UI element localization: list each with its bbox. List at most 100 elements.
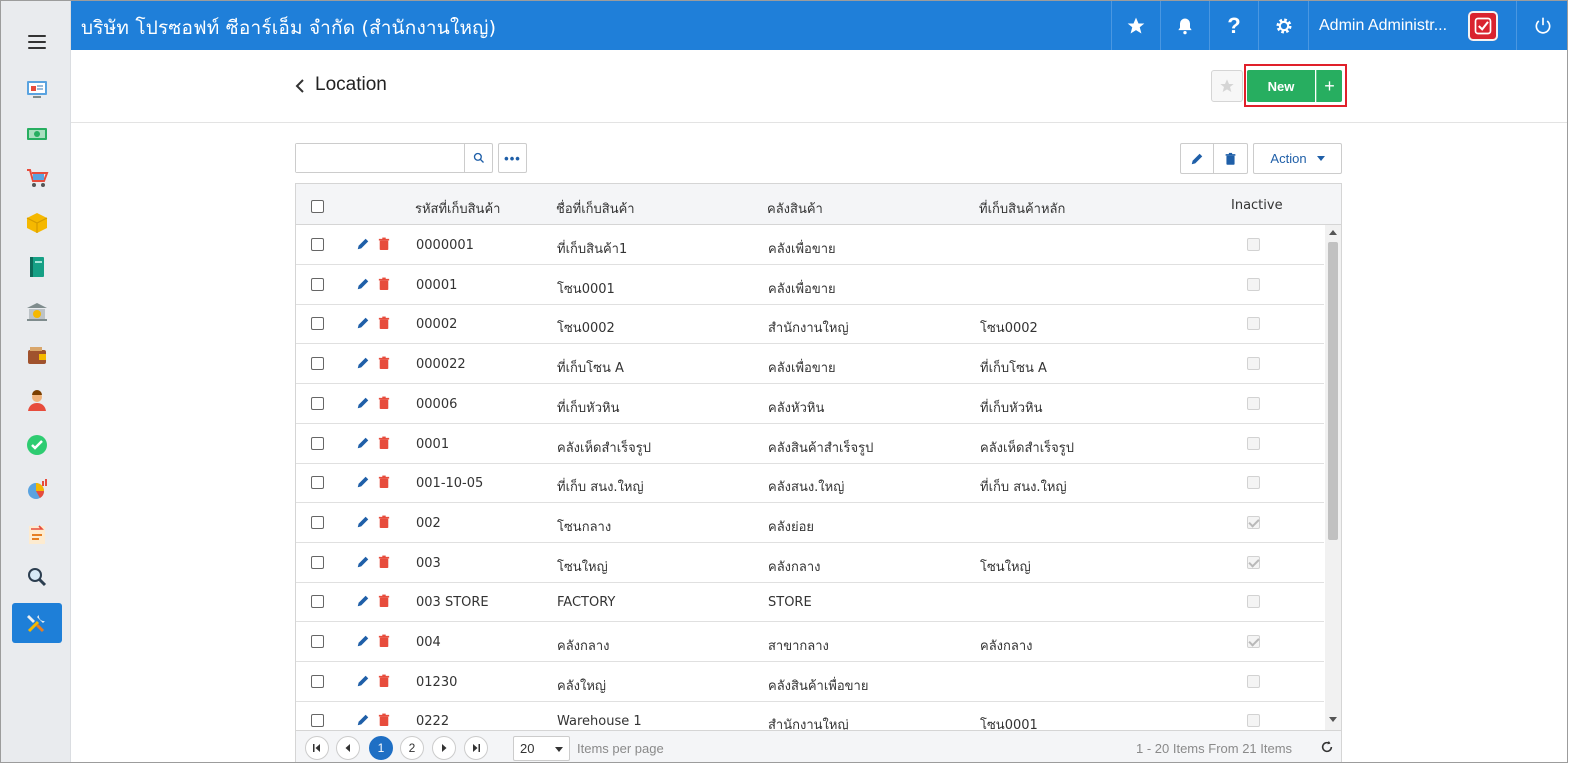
back-icon[interactable] (293, 78, 307, 94)
row-checkbox[interactable] (311, 357, 324, 371)
table-row[interactable]: 01230 คลังใหญ่ คลังสินค้าเพื่อขาย (296, 662, 1324, 702)
table-row[interactable]: 003 โซนใหญ่ คลังกลาง โซนใหญ่ (296, 543, 1324, 583)
edit-icon[interactable] (356, 277, 370, 291)
delete-icon[interactable] (378, 277, 390, 291)
dashboard-icon[interactable] (12, 69, 62, 109)
delete-icon[interactable] (378, 515, 390, 529)
edit-icon[interactable] (356, 356, 370, 370)
row-checkbox[interactable] (311, 595, 324, 609)
table-row[interactable]: 0000001 ที่เก็บสินค้า1 คลังเพื่อขาย (296, 225, 1324, 265)
edit-icon[interactable] (356, 237, 370, 251)
edit-icon[interactable] (356, 316, 370, 330)
power-icon[interactable] (1516, 1, 1567, 50)
new-dropdown-button[interactable]: + (1316, 70, 1342, 102)
prev-page-button[interactable] (336, 736, 360, 760)
book-icon[interactable] (12, 247, 62, 287)
more-options-button[interactable]: ••• (498, 143, 527, 173)
action-dropdown[interactable]: Action (1253, 143, 1342, 174)
table-row[interactable]: 00006 ที่เก็บหัวหิน คลังหัวหิน ที่เก็บหัวหิ… (296, 384, 1324, 424)
cart-icon[interactable] (12, 158, 62, 198)
refresh-icon[interactable] (1320, 740, 1334, 754)
table-row[interactable]: 002 โซนกลาง คลังย่อย (296, 503, 1324, 543)
wallet-icon[interactable] (12, 336, 62, 376)
edit-icon[interactable] (356, 634, 370, 648)
scroll-up-icon[interactable] (1329, 230, 1337, 235)
row-checkbox[interactable] (311, 635, 324, 648)
col-code[interactable]: รหัสที่เก็บสินค้า (415, 198, 500, 219)
row-checkbox[interactable] (311, 674, 324, 688)
select-all-checkbox[interactable] (311, 200, 324, 213)
delete-icon[interactable] (378, 713, 390, 727)
table-scrollbar[interactable] (1325, 225, 1341, 730)
row-checkbox[interactable] (311, 555, 324, 569)
edit-icon[interactable] (356, 436, 370, 450)
edit-icon[interactable] (356, 515, 370, 529)
delete-icon[interactable] (378, 396, 390, 410)
edit-icon[interactable] (356, 674, 370, 688)
delete-icon[interactable] (378, 436, 390, 450)
box-icon[interactable] (12, 203, 62, 243)
row-checkbox[interactable] (311, 515, 324, 529)
delete-icon[interactable] (378, 316, 390, 330)
scroll-down-icon[interactable] (1329, 717, 1337, 722)
delete-icon[interactable] (378, 475, 390, 489)
delete-icon[interactable] (378, 594, 390, 608)
edit-icon[interactable] (356, 396, 370, 410)
table-row[interactable]: 000022 ที่เก็บโซน A คลังเพื่อขาย ที่เก็บโซน… (296, 344, 1324, 385)
row-checkbox[interactable] (311, 396, 324, 410)
row-checkbox[interactable] (311, 436, 324, 450)
next-page-button[interactable] (432, 736, 456, 760)
pie-chart-icon[interactable] (12, 470, 62, 510)
bank-icon[interactable] (12, 292, 62, 332)
row-checkbox[interactable] (311, 476, 324, 490)
delete-selected-button[interactable] (1214, 143, 1248, 174)
edit-icon[interactable] (356, 594, 370, 608)
edit-icon[interactable] (356, 475, 370, 489)
page-2-button[interactable]: 2 (400, 736, 424, 760)
transfer-icon[interactable] (12, 514, 62, 554)
row-checkbox[interactable] (311, 714, 324, 728)
user-name[interactable]: Admin Administr... (1308, 1, 1458, 50)
delete-icon[interactable] (378, 356, 390, 370)
edit-icon[interactable] (356, 713, 370, 727)
col-parent-location[interactable]: ที่เก็บสินค้าหลัก (979, 198, 1065, 219)
table-row[interactable]: 003 STORE FACTORY STORE (296, 582, 1324, 623)
table-row[interactable]: 00002 โซน0002 สำนักงานใหญ่ โซน0002 (296, 304, 1324, 345)
row-checkbox[interactable] (311, 277, 324, 291)
tools-icon[interactable] (12, 603, 62, 643)
new-button[interactable]: New (1247, 70, 1315, 102)
search-input[interactable] (296, 144, 464, 172)
user-icon[interactable] (12, 381, 62, 421)
edit-selected-button[interactable] (1180, 143, 1214, 174)
help-icon[interactable]: ? (1209, 1, 1258, 50)
row-checkbox[interactable] (311, 238, 324, 251)
search-button[interactable] (464, 144, 492, 172)
bell-icon[interactable] (1160, 1, 1209, 50)
favorite-button[interactable] (1211, 70, 1243, 102)
menu-icon[interactable] (28, 35, 46, 49)
col-warehouse[interactable]: คลังสินค้า (767, 198, 823, 219)
delete-icon[interactable] (378, 555, 390, 569)
first-page-button[interactable] (305, 736, 329, 760)
money-icon[interactable] (12, 114, 62, 154)
last-page-button[interactable] (464, 736, 488, 760)
check-icon[interactable] (12, 425, 62, 465)
page-size-select[interactable]: 20 (513, 736, 570, 761)
scroll-thumb[interactable] (1328, 242, 1338, 540)
gear-icon[interactable] (1258, 1, 1308, 50)
delete-icon[interactable] (378, 237, 390, 251)
row-checkbox[interactable] (311, 317, 324, 331)
page-1-button[interactable]: 1 (369, 736, 393, 760)
star-icon[interactable] (1111, 1, 1160, 50)
table-row[interactable]: 00001 โซน0001 คลังเพื่อขาย (296, 265, 1324, 305)
table-row[interactable]: 0001 คลังเห็ดสำเร็จรูป คลังสินค้าสำเร็จรูป… (296, 424, 1324, 464)
table-row[interactable]: 004 คลังกลาง สาขากลาง คลังกลาง (296, 622, 1324, 662)
col-name[interactable]: ชื่อที่เก็บสินค้า (556, 198, 635, 219)
col-inactive[interactable]: Inactive (1231, 198, 1283, 213)
table-row[interactable]: 001-10-05 ที่เก็บ สนง.ใหญ่ คลังสนง.ใหญ่ ที่… (296, 463, 1324, 504)
search-icon[interactable] (12, 557, 62, 597)
edit-icon[interactable] (356, 555, 370, 569)
avatar[interactable] (1458, 1, 1508, 50)
delete-icon[interactable] (378, 674, 390, 688)
delete-icon[interactable] (378, 634, 390, 648)
